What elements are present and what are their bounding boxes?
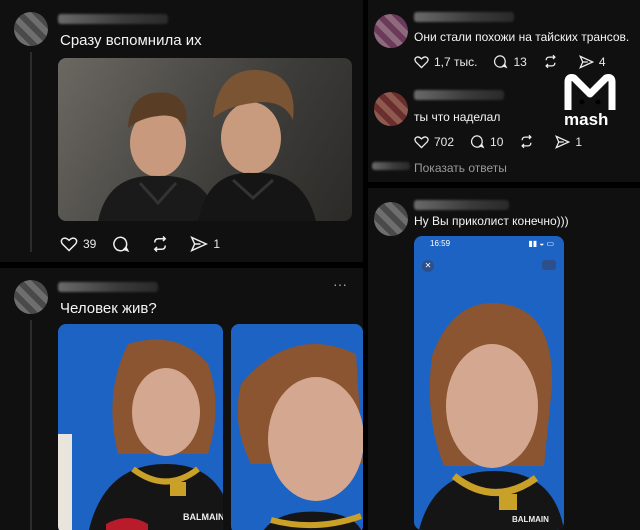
heart-icon	[414, 55, 429, 69]
username-blurred[interactable]	[414, 200, 509, 210]
mash-logo: mash	[560, 74, 620, 134]
repost-icon	[545, 54, 556, 69]
post-text: Человек жив?	[60, 300, 157, 317]
send-icon	[578, 54, 594, 69]
show-replies-link[interactable]: Показать ответы	[414, 161, 507, 175]
shirt-brand: BALMAIN	[512, 515, 549, 524]
more-options-icon[interactable]: ···	[333, 276, 347, 292]
comment-actions: 1,7 тыс. 13 4	[414, 54, 622, 69]
repost-icon	[154, 235, 167, 253]
person-illustration: BALMAIN	[58, 339, 223, 530]
reply-avatars-blurred	[372, 162, 410, 170]
share-button[interactable]: 1	[555, 135, 582, 149]
twins-illustration	[98, 69, 316, 221]
share-button[interactable]: 1	[190, 236, 220, 252]
send-icon	[190, 236, 209, 252]
reply-count: 10	[490, 134, 504, 149]
username-blurred[interactable]	[414, 90, 504, 100]
post-card-second: ··· Человек жив? BALMAIN	[0, 268, 363, 530]
thread-line	[30, 320, 32, 530]
heart-icon	[414, 135, 429, 149]
person-illustration: BALMAIN	[419, 303, 564, 530]
reply-panel: Ну Вы приколист конечно))) 16:59 ▮▮ ◒ ▭ …	[368, 188, 640, 530]
comment-icon	[113, 236, 130, 253]
heart-icon	[60, 237, 78, 252]
reply-count: 13	[513, 54, 527, 69]
like-count: 39	[83, 237, 97, 251]
repost-button[interactable]	[543, 54, 563, 69]
avatar[interactable]	[374, 202, 408, 236]
mash-logo-icon	[564, 74, 616, 110]
comment-icon	[471, 135, 485, 149]
like-button[interactable]: 39	[60, 236, 96, 252]
thread-line	[30, 52, 32, 252]
share-count: 1	[575, 134, 583, 149]
comment-icon	[494, 55, 508, 69]
avatar[interactable]	[374, 92, 408, 126]
post-photo-left[interactable]: BALMAIN	[58, 324, 223, 530]
post-text: Сразу вспомнила их	[60, 32, 202, 49]
phone-screenshot[interactable]: 16:59 ▮▮ ◒ ▭ ✕ BALMAIN	[414, 236, 564, 530]
share-count: 4	[598, 54, 606, 69]
like-button[interactable]: 702	[414, 135, 454, 149]
repost-button[interactable]	[519, 134, 539, 149]
like-count: 1,7 тыс.	[434, 54, 478, 69]
post-photo-right[interactable]	[231, 324, 363, 530]
post-card-first: Сразу вспомнила их 39 1	[0, 0, 363, 262]
like-button[interactable]: 1,7 тыс.	[414, 55, 477, 69]
comment-actions: 702 10 1	[414, 134, 598, 149]
reply-button[interactable]	[112, 235, 135, 253]
mash-wordmark: mash	[564, 110, 609, 129]
avatar[interactable]	[14, 12, 48, 46]
share-button[interactable]: 4	[578, 54, 606, 69]
share-count: 1	[213, 237, 221, 251]
repost-button[interactable]	[151, 235, 174, 253]
reply-button[interactable]: 13	[493, 54, 527, 69]
person-closeup-illustration	[237, 344, 363, 530]
post-actions: 39 1	[60, 235, 236, 253]
comment-text: Ну Вы приколист конечно)))	[414, 214, 569, 228]
reply-button[interactable]: 10	[470, 134, 503, 149]
username-blurred[interactable]	[414, 12, 514, 22]
username-blurred[interactable]	[58, 282, 158, 292]
username-blurred[interactable]	[58, 14, 168, 24]
post-photo-twins[interactable]	[58, 58, 352, 221]
avatar[interactable]	[14, 280, 48, 314]
comment-text: Они стали похожи на тайских трансов.	[414, 30, 630, 44]
avatar[interactable]	[374, 14, 408, 48]
send-icon	[555, 134, 571, 149]
shirt-brand: BALMAIN	[183, 512, 223, 522]
repost-icon	[521, 134, 533, 149]
like-count: 702	[434, 134, 455, 149]
comment-text: ты что наделал	[414, 110, 501, 124]
